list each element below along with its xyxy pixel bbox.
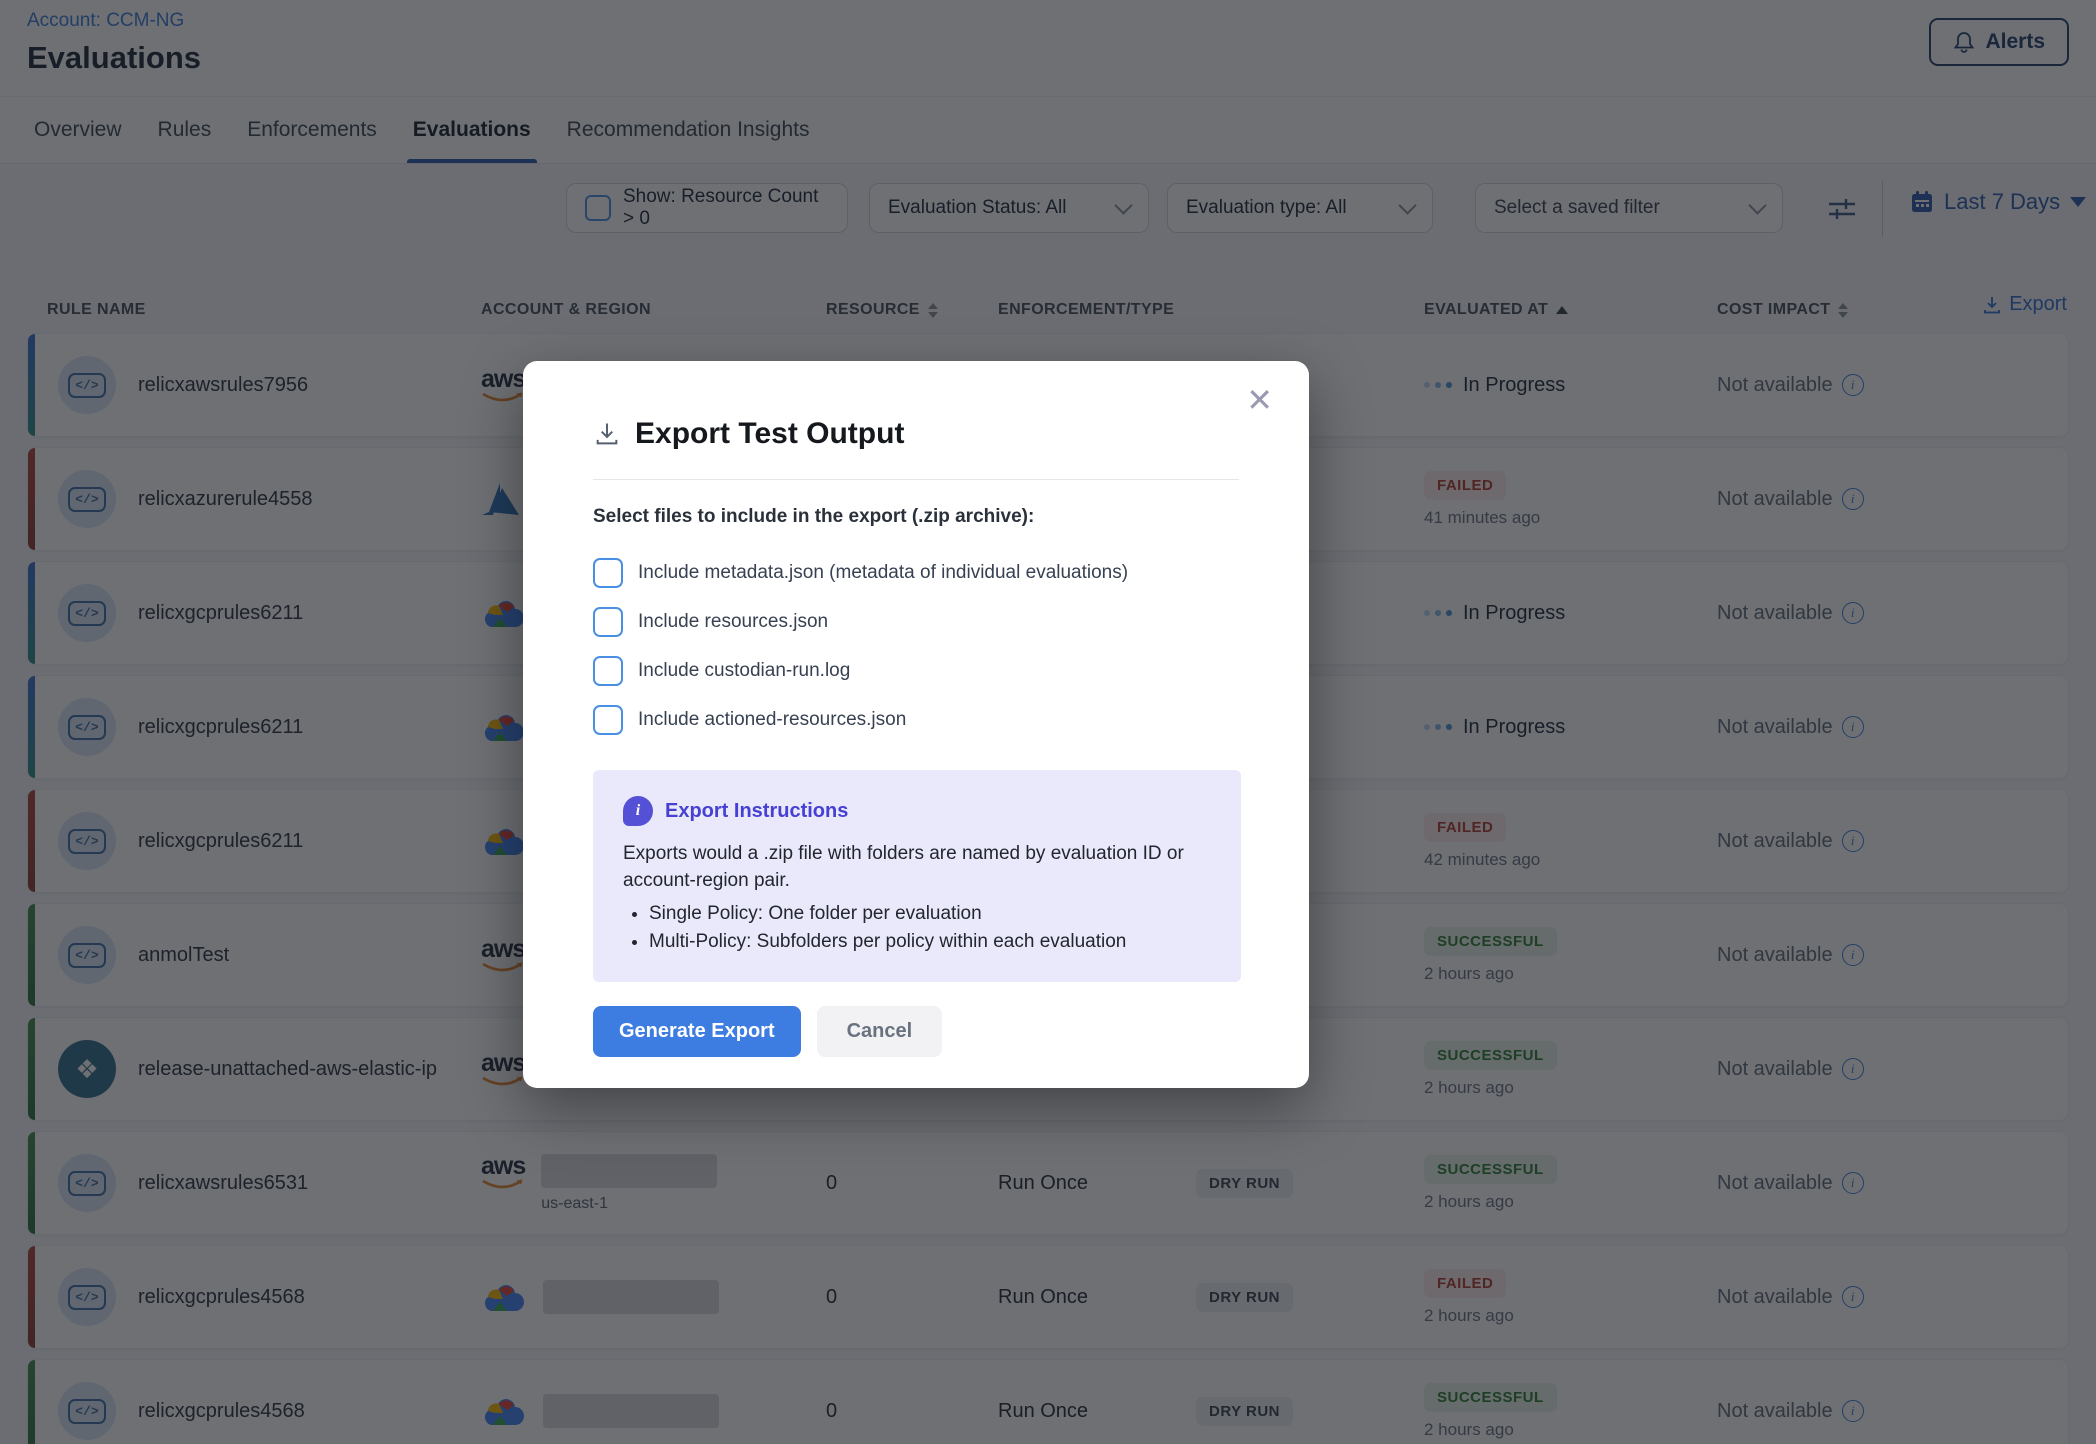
cancel-button[interactable]: Cancel	[817, 1006, 943, 1057]
info-bubble-icon: i	[623, 796, 653, 826]
checkbox-label: Include actioned-resources.json	[638, 709, 906, 731]
export-instructions-box: i Export Instructions Exports would a .z…	[593, 770, 1241, 982]
bullet-multi-policy: Multi-Policy: Subfolders per policy with…	[649, 928, 1211, 956]
checkbox-icon[interactable]	[593, 558, 623, 588]
export-options-list: Include metadata.json (metadata of indiv…	[593, 548, 1239, 744]
checkbox-label: Include custodian-run.log	[638, 660, 850, 682]
checkbox-include-metadata[interactable]: Include metadata.json (metadata of indiv…	[593, 548, 1239, 597]
export-instructions-body: Exports would a .zip file with folders a…	[623, 840, 1211, 894]
export-instructions-title: Export Instructions	[665, 800, 848, 823]
checkbox-include-resources[interactable]: Include resources.json	[593, 597, 1239, 646]
bullet-single-policy: Single Policy: One folder per evaluation	[649, 900, 1211, 928]
evaluations-page: Account: CCM-NG Evaluations Alerts Overv…	[0, 0, 2096, 1444]
export-modal: ✕ Export Test Output Select files to inc…	[523, 361, 1309, 1088]
checkbox-label: Include metadata.json (metadata of indiv…	[638, 562, 1128, 584]
download-icon	[593, 420, 621, 448]
divider	[593, 479, 1239, 480]
export-instructions-bullets: Single Policy: One folder per evaluation…	[623, 900, 1211, 956]
checkbox-icon[interactable]	[593, 705, 623, 735]
close-icon[interactable]: ✕	[1240, 383, 1279, 417]
modal-title: Export Test Output	[635, 417, 904, 451]
checkbox-label: Include resources.json	[638, 611, 828, 633]
generate-export-button[interactable]: Generate Export	[593, 1006, 801, 1057]
modal-section-label: Select files to include in the export (.…	[593, 506, 1239, 528]
checkbox-include-custodian-log[interactable]: Include custodian-run.log	[593, 646, 1239, 695]
checkbox-icon[interactable]	[593, 656, 623, 686]
checkbox-icon[interactable]	[593, 607, 623, 637]
checkbox-include-actioned-resources[interactable]: Include actioned-resources.json	[593, 695, 1239, 744]
